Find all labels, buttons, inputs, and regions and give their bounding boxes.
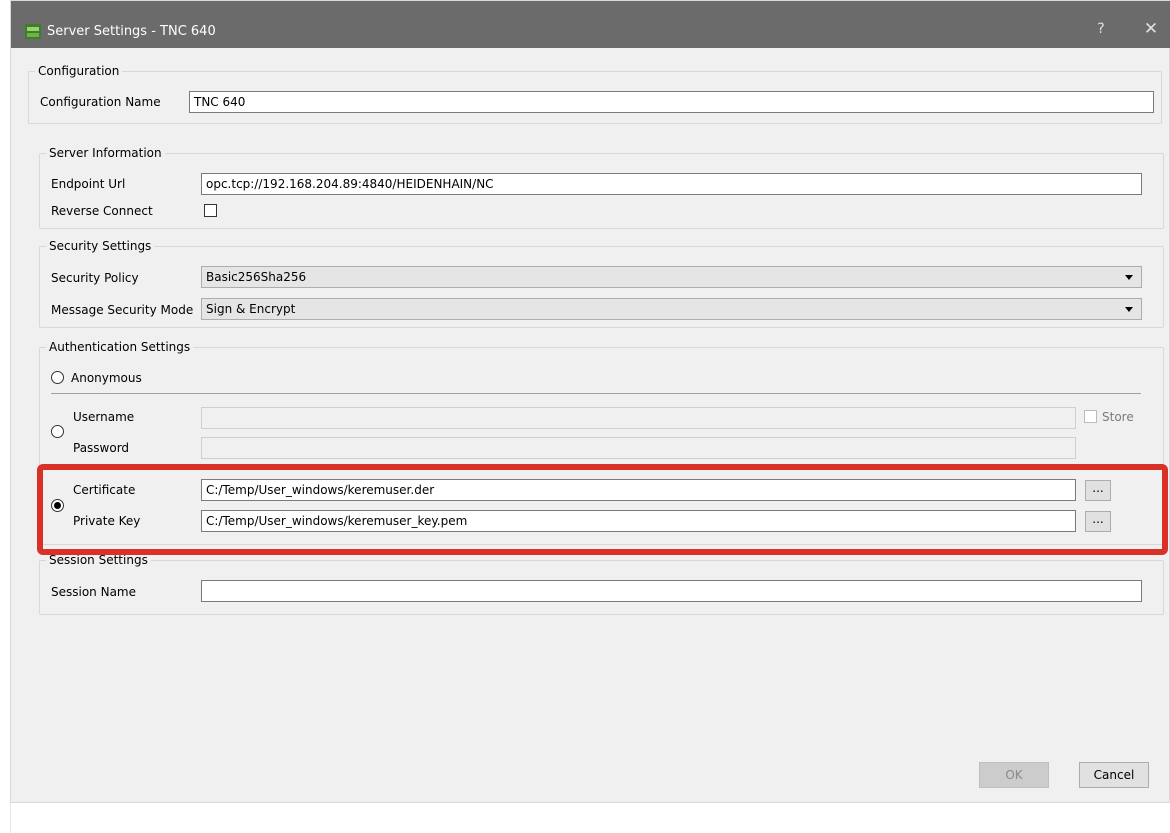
title-bar[interactable]: Server Settings - TNC 640 ? ✕ <box>11 1 1170 48</box>
security-policy-select[interactable]: Basic256Sha256 <box>201 266 1142 288</box>
close-button[interactable]: ✕ <box>1139 19 1163 43</box>
chevron-down-icon <box>1125 307 1133 312</box>
server-information-group-title: Server Information <box>46 146 165 160</box>
session-name-input[interactable] <box>201 580 1142 602</box>
auth-divider <box>51 393 1141 394</box>
store-checkbox[interactable] <box>1084 410 1097 423</box>
configuration-name-input[interactable]: TNC 640 <box>189 91 1154 113</box>
username-label: Username <box>73 410 135 424</box>
session-settings-group-title: Session Settings <box>46 553 151 567</box>
security-policy-value: Basic256Sha256 <box>206 270 307 284</box>
session-name-label: Session Name <box>51 585 137 599</box>
message-security-mode-select[interactable]: Sign & Encrypt <box>201 298 1142 320</box>
server-settings-dialog: Server Settings - TNC 640 ? ✕ Configurat… <box>10 0 1170 803</box>
username-password-radio[interactable] <box>51 425 64 438</box>
configuration-name-label: Configuration Name <box>40 95 161 109</box>
anonymous-radio[interactable] <box>51 371 64 384</box>
authentication-settings-group-title: Authentication Settings <box>46 340 194 354</box>
message-security-mode-value: Sign & Encrypt <box>206 302 296 316</box>
ok-button[interactable]: OK <box>979 762 1049 788</box>
message-security-mode-label: Message Security Mode <box>51 303 194 317</box>
password-label: Password <box>73 441 130 455</box>
window-title: Server Settings - TNC 640 <box>47 24 216 39</box>
store-label: Store <box>1102 410 1134 424</box>
chevron-down-icon <box>1125 275 1133 280</box>
app-icon <box>25 24 41 39</box>
username-input[interactable] <box>201 407 1076 429</box>
reverse-connect-label: Reverse Connect <box>51 204 153 218</box>
cancel-button[interactable]: Cancel <box>1079 762 1149 788</box>
highlight-annotation <box>37 464 1168 555</box>
password-input[interactable] <box>201 437 1076 459</box>
configuration-group-title: Configuration <box>35 64 123 78</box>
reverse-connect-checkbox[interactable] <box>204 204 217 217</box>
security-policy-label: Security Policy <box>51 271 139 285</box>
security-settings-group-title: Security Settings <box>46 239 155 253</box>
endpoint-url-label: Endpoint Url <box>51 177 126 191</box>
help-button[interactable]: ? <box>1091 21 1111 43</box>
anonymous-label[interactable]: Anonymous <box>71 371 142 385</box>
endpoint-url-input[interactable]: opc.tcp://192.168.204.89:4840/HEIDENHAIN… <box>201 173 1142 195</box>
